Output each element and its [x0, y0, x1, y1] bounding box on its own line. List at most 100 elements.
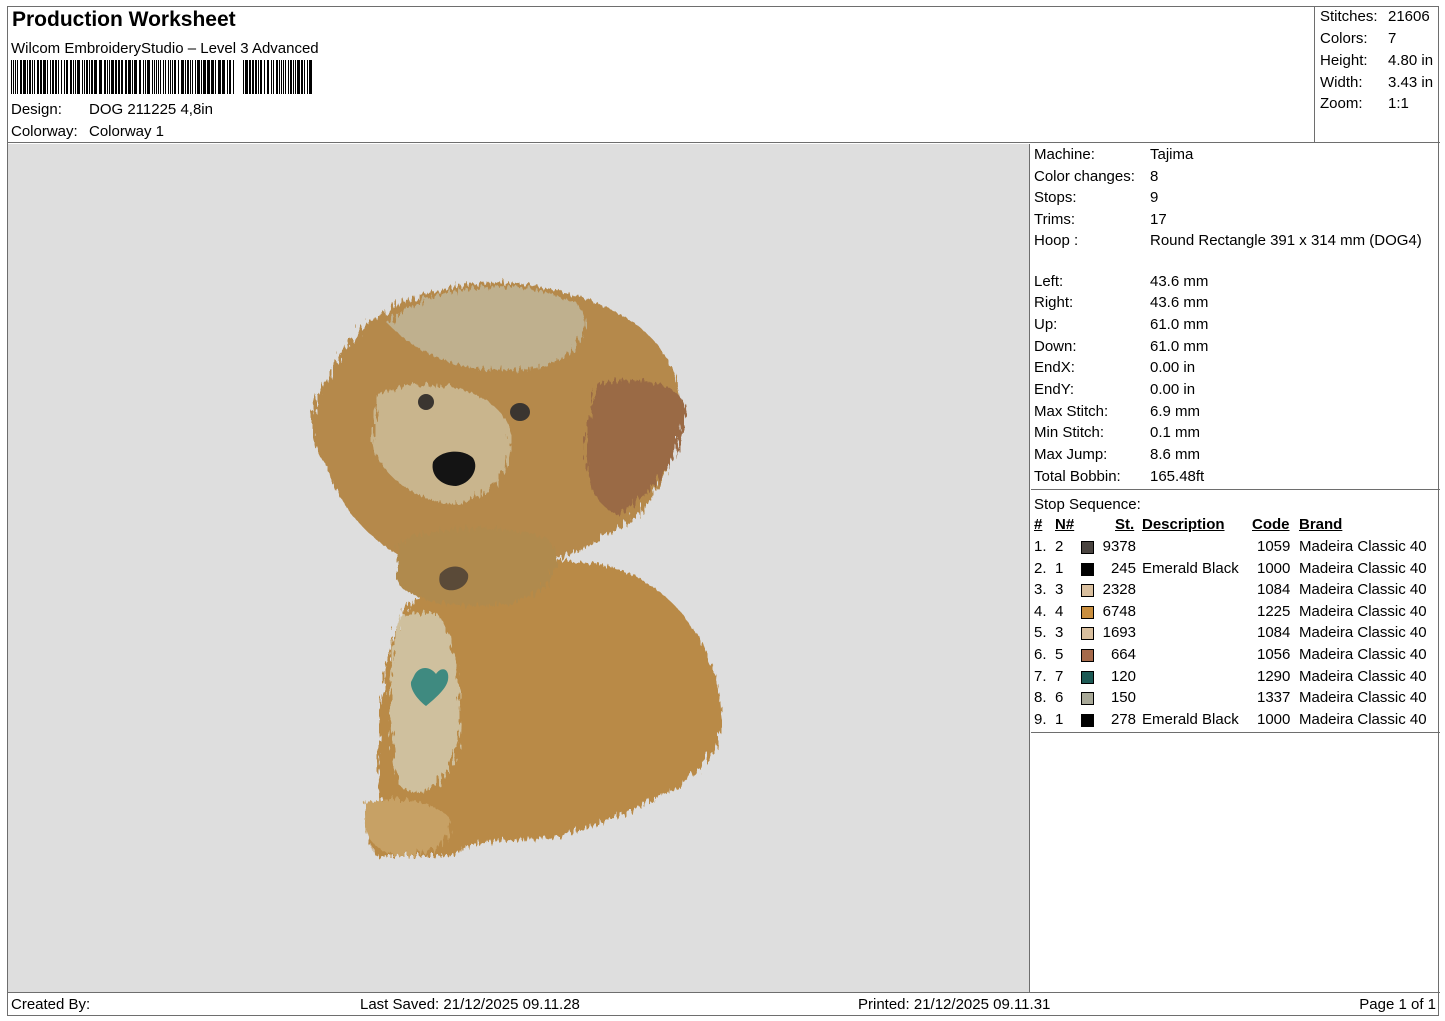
- info-label: Total Bobbin:: [1034, 468, 1121, 485]
- stat-value: 7: [1388, 30, 1397, 47]
- row-brand: Madeira Classic 40: [1299, 559, 1427, 577]
- row-needle: 2: [1055, 538, 1064, 555]
- table-header: # N# St. Description Code Brand: [1031, 516, 1440, 537]
- stat-label: Height:: [1320, 52, 1368, 69]
- row-code: 1056: [1257, 646, 1291, 663]
- row-brand: Madeira Classic 40: [1299, 624, 1427, 642]
- info-label: EndY:: [1034, 381, 1075, 398]
- stat-height: Height: 4.80 in: [1320, 52, 1433, 69]
- row-stitches: 1693: [1102, 624, 1136, 642]
- thread-color-swatch: [1081, 541, 1094, 554]
- thread-color-swatch: [1081, 649, 1094, 662]
- table-row: 1. 2 9378 1059 Madeira Classic 40: [1031, 538, 1440, 559]
- row-brand: Madeira Classic 40: [1299, 710, 1427, 728]
- design-row: Design: DOG 211225 4,8in: [11, 101, 213, 118]
- production-worksheet: Production Worksheet Wilcom EmbroiderySt…: [7, 6, 1440, 1016]
- info-label: Hoop :: [1034, 232, 1079, 249]
- row-brand: Madeira Classic 40: [1299, 646, 1427, 663]
- info-label: Up:: [1034, 316, 1058, 333]
- row-stitches: 2328: [1102, 581, 1136, 599]
- row-seq: 5.: [1034, 624, 1047, 642]
- stat-width: Width: 3.43 in: [1320, 74, 1433, 91]
- info-value: Round Rectangle 391 x 314 mm (DOG4): [1150, 232, 1422, 249]
- table-row: 2. 1 245 Emerald Black 1000 Madeira Classic 4…: [1031, 560, 1440, 581]
- col-code: Code: [1252, 516, 1290, 533]
- row-stitches: 120: [1110, 667, 1136, 685]
- row-seq: 1.: [1034, 538, 1047, 555]
- worksheet-header: Production Worksheet Wilcom EmbroiderySt…: [8, 7, 1440, 143]
- dog-embroidery-image: [312, 282, 722, 856]
- info-value: 0.1 mm: [1150, 424, 1201, 441]
- row-stitches: 9378: [1102, 538, 1136, 555]
- table-row: 7. 7 120 1290 Madeira Classic 40: [1031, 668, 1440, 689]
- info-label: Right:: [1034, 294, 1074, 311]
- row-description: Emerald Black: [1142, 559, 1239, 577]
- info-value: 43.6 mm: [1150, 294, 1209, 311]
- thread-color-swatch: [1081, 713, 1094, 727]
- info-value: 43.6 mm: [1150, 273, 1209, 290]
- info-label: Machine:: [1034, 146, 1095, 163]
- stats-box: Stitches: 21606 Colors: 7 Height: 4.80 in W…: [1314, 7, 1440, 143]
- row-code: 1084: [1257, 624, 1291, 642]
- table-row: 9. 1 278 Emerald Black 1000 Madeira Classic 4…: [1031, 711, 1440, 732]
- row-seq: 4.: [1034, 602, 1047, 620]
- row-code: 1000: [1257, 710, 1291, 728]
- stat-label: Zoom:: [1320, 95, 1363, 112]
- row-stitches: 150: [1110, 689, 1136, 707]
- colorway-value: Colorway 1: [89, 123, 165, 140]
- stat-label: Colors:: [1320, 30, 1368, 47]
- table-row: 3. 3 2328 1084 Madeira Classic 40: [1031, 581, 1440, 602]
- info-label: Trims:: [1034, 211, 1076, 228]
- col-seq: #: [1034, 516, 1043, 533]
- worksheet-footer: Created By: Last Saved: 21/12/2025 09.11…: [8, 992, 1440, 1016]
- stat-zoom: Zoom: 1:1: [1320, 95, 1409, 112]
- row-code: 1225: [1257, 602, 1291, 620]
- stop-sequence-title: Stop Sequence:: [1034, 496, 1141, 513]
- info-value: 0.00 in: [1150, 381, 1196, 398]
- thread-color-swatch: [1081, 584, 1094, 598]
- colorway-row: Colorway: Colorway 1: [11, 123, 164, 140]
- row-needle: 1: [1055, 559, 1064, 577]
- row-needle: 3: [1055, 624, 1064, 642]
- row-seq: 2.: [1034, 559, 1047, 577]
- thread-color-swatch: [1081, 692, 1094, 706]
- stat-value: 4.80 in: [1388, 52, 1434, 69]
- info-label: Max Jump:: [1034, 446, 1108, 463]
- colorway-label: Colorway:: [11, 123, 78, 140]
- design-value: DOG 211225 4,8in: [89, 101, 213, 118]
- row-seq: 3.: [1034, 581, 1047, 599]
- stat-label: Stitches:: [1320, 8, 1378, 25]
- row-needle: 6: [1055, 689, 1064, 707]
- table-row: 6. 5 664 1056 Madeira Classic 40: [1031, 646, 1440, 667]
- thread-color-swatch: [1081, 605, 1094, 619]
- table-row: 5. 3 1693 1084 Madeira Classic 40: [1031, 624, 1440, 645]
- row-needle: 1: [1055, 710, 1064, 728]
- info-value: 165.48ft: [1150, 468, 1205, 485]
- created-by: Created By:: [11, 996, 91, 1013]
- thread-color-swatch: [1081, 562, 1094, 576]
- stat-colors: Colors: 7: [1320, 30, 1396, 47]
- design-preview: [8, 144, 1030, 992]
- stat-value: 3.43 in: [1388, 74, 1434, 91]
- row-code: 1290: [1257, 667, 1291, 685]
- info-value: 0.00 in: [1150, 359, 1196, 376]
- info-value: 61.0 mm: [1150, 316, 1209, 333]
- page-title: Production Worksheet: [12, 8, 236, 31]
- panel-divider: [1031, 489, 1440, 490]
- design-label: Design:: [11, 101, 62, 118]
- stat-value: 21606: [1388, 8, 1430, 25]
- info-value: 8.6 mm: [1150, 446, 1201, 463]
- row-seq: 6.: [1034, 646, 1047, 663]
- row-code: 1337: [1257, 689, 1291, 707]
- panel-divider: [1031, 732, 1440, 733]
- row-needle: 5: [1055, 646, 1064, 663]
- info-label: Max Stitch:: [1034, 403, 1109, 420]
- row-brand: Madeira Classic 40: [1299, 602, 1427, 620]
- col-description: Description: [1142, 516, 1225, 533]
- row-brand: Madeira Classic 40: [1299, 689, 1427, 707]
- row-needle: 3: [1055, 581, 1064, 599]
- row-stitches: 664: [1110, 646, 1136, 663]
- stat-stitches: Stitches: 21606: [1320, 8, 1430, 25]
- table-row: 4. 4 6748 1225 Madeira Classic 40: [1031, 603, 1440, 624]
- info-label: Left:: [1034, 273, 1064, 290]
